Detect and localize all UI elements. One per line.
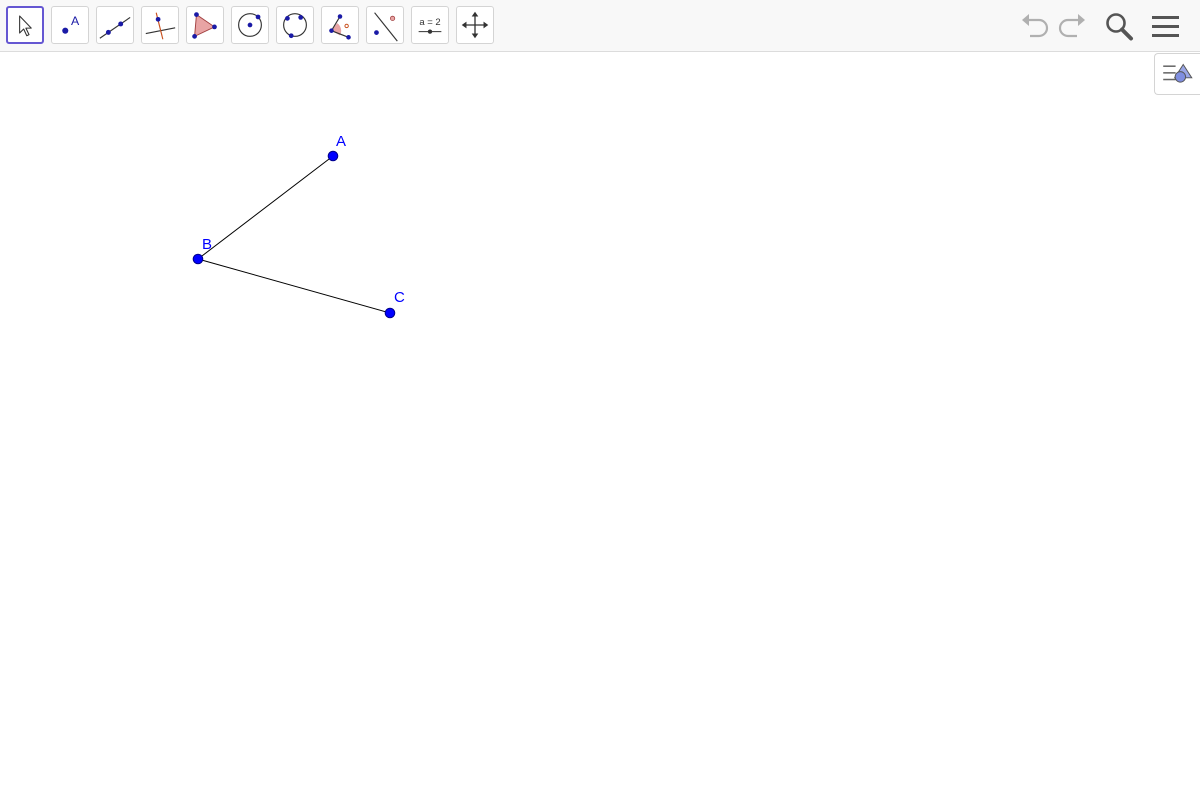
point-icon-label: A: [71, 14, 80, 28]
redo-button[interactable]: [1055, 8, 1089, 44]
tool-slider[interactable]: a = 2: [411, 6, 449, 44]
redo-icon: [1058, 14, 1085, 38]
tool-circle-three-points[interactable]: [276, 6, 314, 44]
circle-three-points-icon: [283, 13, 307, 39]
segment-bc[interactable]: [197, 258, 391, 314]
polygon-icon: [192, 12, 217, 39]
graphics-view[interactable]: A B C: [0, 53, 1200, 800]
slider-icon-label: a = 2: [419, 17, 440, 28]
angle-icon: [329, 14, 351, 40]
tool-move[interactable]: [6, 6, 44, 44]
menu-icon: [1152, 16, 1179, 37]
point-c-label: C: [394, 289, 405, 306]
tool-move-graphics-view[interactable]: [456, 6, 494, 44]
circle-center-point-icon: [238, 13, 262, 37]
point-a-label: A: [336, 133, 346, 150]
slider-icon: a = 2: [418, 17, 442, 34]
point-b[interactable]: [192, 253, 204, 265]
point-c[interactable]: [384, 307, 396, 319]
point-b-label: B: [202, 236, 212, 253]
tool-reflect[interactable]: [366, 6, 404, 44]
undo-icon: [1022, 14, 1049, 38]
move-arrow-icon: [19, 15, 32, 37]
move-graphics-view-icon: [461, 11, 489, 39]
point-icon: A: [62, 14, 80, 34]
tool-angle[interactable]: [321, 6, 359, 44]
point-a[interactable]: [327, 150, 339, 162]
tool-line[interactable]: [96, 6, 134, 44]
menu-button[interactable]: [1149, 8, 1183, 44]
line-through-two-points-icon: [99, 16, 131, 39]
toolbar: A a = 2: [0, 0, 1200, 52]
graphics-canvas[interactable]: A B C: [0, 53, 1200, 800]
undo-button[interactable]: [1018, 8, 1052, 44]
tool-point[interactable]: A: [51, 6, 89, 44]
reflect-about-line-icon: [374, 12, 398, 42]
search-icon: [1106, 13, 1133, 41]
tool-perpendicular[interactable]: [141, 6, 179, 44]
search-button[interactable]: [1102, 8, 1136, 44]
segment-ab[interactable]: [197, 155, 334, 260]
tool-circle[interactable]: [231, 6, 269, 44]
tool-polygon[interactable]: [186, 6, 224, 44]
perpendicular-line-icon: [145, 12, 176, 40]
